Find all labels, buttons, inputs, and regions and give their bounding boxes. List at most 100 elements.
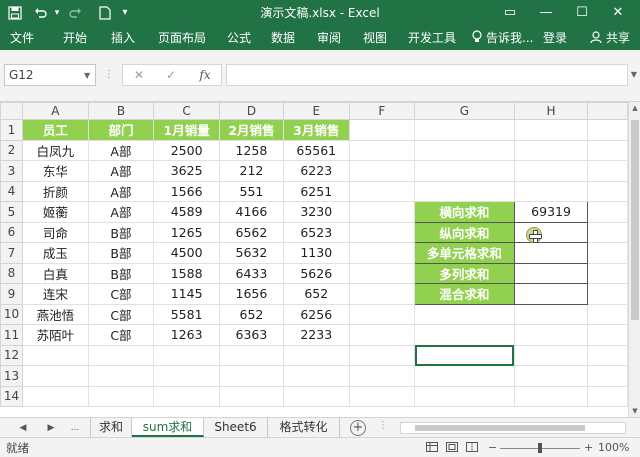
cell[interactable] [587,324,628,346]
row-header[interactable]: 1 [0,119,23,141]
cell[interactable] [513,180,589,202]
cell[interactable]: 551 [219,180,284,202]
cell[interactable]: A部 [87,180,155,202]
zoom-in-button[interactable]: + [584,438,593,457]
cell[interactable]: 苏陌叶 [21,324,89,346]
tab-view[interactable]: 视图 [363,26,387,50]
header-cell[interactable]: 部门 [87,119,155,141]
cell[interactable] [414,160,515,182]
row-header[interactable]: 12 [0,344,23,366]
cancel-icon[interactable]: ✕ [127,65,151,85]
cell[interactable] [513,324,589,346]
cell[interactable]: 4166 [219,201,284,223]
header-cell[interactable]: 1月销量 [153,119,221,141]
sheet-tab[interactable]: 求和 [90,418,132,437]
row-header[interactable]: 4 [0,180,23,202]
cell[interactable]: 5632 [219,242,284,264]
header-cell[interactable]: 3月销售 [282,119,350,141]
cell[interactable]: 5626 [282,262,350,284]
zoom-slider-handle[interactable] [538,443,542,453]
cell[interactable] [219,385,284,407]
cell[interactable] [414,365,515,387]
column-header[interactable]: H [513,102,589,120]
cell[interactable] [587,262,628,284]
cell[interactable] [282,344,350,366]
scrollbar-thumb[interactable] [415,425,585,431]
cell[interactable] [414,303,515,325]
sum-label-cell[interactable]: 混合求和 [414,283,515,305]
cell[interactable] [348,160,416,182]
cell[interactable] [348,262,416,284]
scroll-down-icon[interactable]: ▼ [629,405,640,417]
cell[interactable]: 1258 [219,139,284,161]
cell[interactable] [21,344,89,366]
cell[interactable]: 5581 [153,303,221,325]
worksheet-grid[interactable]: A B C D E F G H 1 员工 部门 1月销量 2月销售 3月销售 2… [0,102,628,417]
undo-icon[interactable] [32,3,50,23]
cell[interactable] [513,303,589,325]
cell[interactable] [219,365,284,387]
cell[interactable]: 司命 [21,221,89,243]
tell-me-search[interactable]: 告诉我... [486,26,533,50]
cell[interactable] [219,344,284,366]
cell[interactable] [21,365,89,387]
cell[interactable] [282,385,350,407]
column-header[interactable]: C [153,102,221,120]
row-header[interactable]: 3 [0,160,23,182]
column-header[interactable]: E [282,102,350,120]
cell[interactable]: 212 [219,160,284,182]
expand-formula-bar-icon[interactable]: ▼ [628,64,640,86]
column-header[interactable]: A [21,102,89,120]
cell[interactable]: C部 [87,303,155,325]
cell[interactable] [587,385,628,407]
scroll-up-icon[interactable]: ▲ [629,102,640,114]
cell[interactable] [587,242,628,264]
cell[interactable] [348,303,416,325]
row-header[interactable]: 9 [0,283,23,305]
sum-label-cell[interactable]: 多单元格求和 [414,242,515,264]
cell[interactable] [414,385,515,407]
cell[interactable] [414,139,515,161]
cell[interactable]: 4500 [153,242,221,264]
maximize-button[interactable]: ☐ [564,0,600,26]
cell[interactable]: 3230 [282,201,350,223]
cell[interactable] [587,180,628,202]
qat-customize-icon[interactable]: ▾ [118,3,132,23]
new-file-icon[interactable] [96,3,114,23]
cell[interactable] [513,385,589,407]
cell[interactable]: 1265 [153,221,221,243]
vertical-scrollbar[interactable]: ▲ ▼ [628,102,640,417]
cell[interactable] [587,119,628,141]
sum-result-cell[interactable]: 69319 [513,201,589,223]
cell[interactable] [587,303,628,325]
cell[interactable]: 652 [219,303,284,325]
cell[interactable] [87,344,155,366]
cell[interactable] [513,365,589,387]
redo-icon[interactable] [66,3,84,23]
cell[interactable] [587,221,628,243]
insert-function-icon[interactable]: fx [193,65,217,85]
cell[interactable] [348,344,416,366]
header-cell[interactable]: 2月销售 [219,119,284,141]
cell[interactable] [153,385,221,407]
cell[interactable] [587,283,628,305]
header-cell[interactable]: 员工 [21,119,89,141]
sign-in-link[interactable]: 登录 [543,26,567,50]
page-break-view-icon[interactable] [466,438,478,457]
cell[interactable] [348,385,416,407]
cell[interactable]: 1145 [153,283,221,305]
horizontal-scrollbar[interactable] [400,422,626,434]
sheet-tab[interactable]: 格式转化 [268,418,340,437]
normal-view-icon[interactable] [426,438,438,457]
cell[interactable] [348,201,416,223]
cell[interactable]: 1588 [153,262,221,284]
cell[interactable] [587,344,628,366]
undo-dropdown-icon[interactable]: ▾ [52,3,62,23]
cell[interactable]: 6523 [282,221,350,243]
sheet-tab[interactable]: Sheet6 [204,418,268,437]
cell[interactable]: 姬蘅 [21,201,89,223]
cell[interactable] [587,139,628,161]
cell[interactable]: 白真 [21,262,89,284]
cell[interactable] [587,201,628,223]
row-header[interactable]: 6 [0,221,23,243]
